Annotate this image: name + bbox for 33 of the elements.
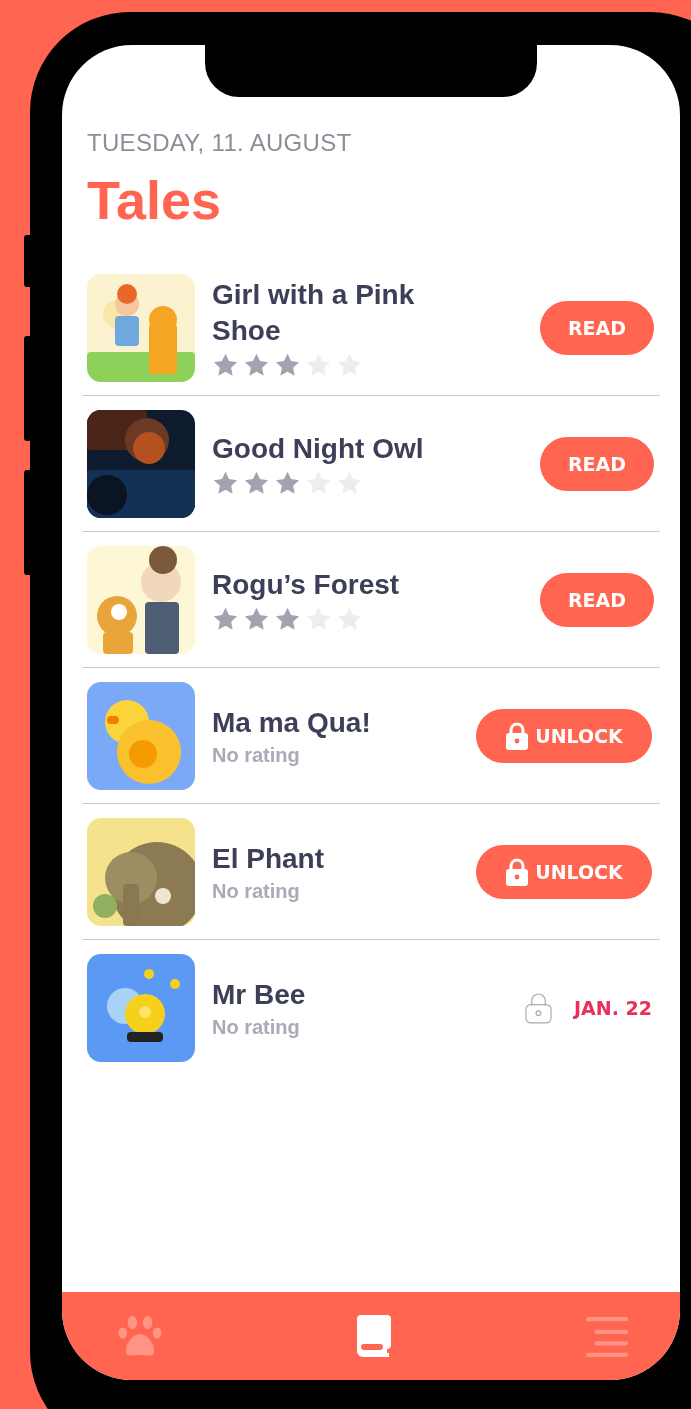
unlock-button[interactable]: UNLOCK [476,708,652,763]
date-label: TUESDAY, 11. AUGUST [87,129,353,157]
paw-tab[interactable] [117,1315,163,1357]
menu-tab[interactable] [584,1315,630,1357]
star-icon [212,605,239,633]
rating-label: No rating [212,879,301,903]
rating-label: No rating [212,743,301,767]
tale-title: Girl with a Pink Shoe [212,278,416,349]
star-icon [274,351,301,379]
rating-label: No rating [212,1015,301,1039]
star-icon [274,605,301,633]
tale-title: Mr Bee [212,978,307,1013]
lock-icon [525,991,553,1025]
read-button[interactable]: READ [540,572,654,627]
star-icon [243,469,270,497]
tale-title: Ma ma Qua! [212,706,372,741]
star-icon [274,469,301,497]
lock-icon [505,720,530,751]
page-title: Tales [87,171,223,231]
lock-icon [505,856,530,887]
read-button[interactable]: READ [540,300,654,355]
menu-icon [584,1315,630,1357]
tale-title: Rogu’s Forest [212,568,401,603]
star-icon [243,351,270,379]
unlock-button[interactable]: UNLOCK [476,844,652,899]
star-icon [212,351,239,379]
tale-title: El Phant [212,842,325,877]
tale-title: Good Night Owl [212,432,425,467]
read-button[interactable]: READ [540,436,654,491]
release-date: JAN. 22 [574,996,652,1019]
star-icon [212,469,239,497]
star-icon [243,605,270,633]
paw-icon [117,1315,163,1357]
